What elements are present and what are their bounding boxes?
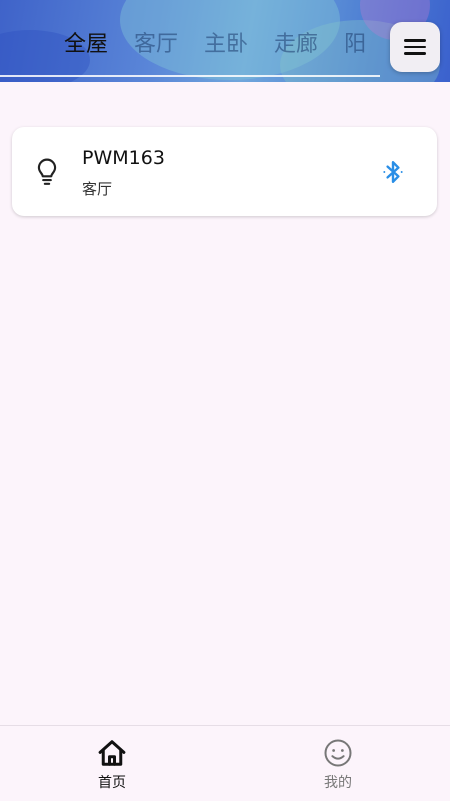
room-tabs: 全屋 客厅 主卧 走廊 阳 xyxy=(64,28,384,62)
top-header: 全屋 客厅 主卧 走廊 阳 xyxy=(0,0,450,82)
lightbulb-icon xyxy=(37,158,57,185)
hamburger-menu-icon xyxy=(404,39,426,55)
tab-master-bedroom[interactable]: 主卧 xyxy=(204,28,248,62)
home-icon xyxy=(98,740,126,766)
device-card[interactable]: PWM163 客厅 xyxy=(12,127,437,216)
menu-button[interactable] xyxy=(390,22,440,72)
nav-home[interactable]: 首页 xyxy=(72,738,152,792)
device-room: 客厅 xyxy=(82,180,113,198)
tab-balcony[interactable]: 阳 xyxy=(344,28,366,62)
nav-mine[interactable]: 我的 xyxy=(298,738,378,792)
tab-corridor[interactable]: 走廊 xyxy=(274,28,318,62)
nav-home-label: 首页 xyxy=(98,775,126,791)
bottom-navigation: 首页 我的 xyxy=(0,725,450,801)
device-name: PWM163 xyxy=(82,147,165,169)
bluetooth-icon[interactable] xyxy=(380,159,406,185)
tab-whole-house[interactable]: 全屋 xyxy=(64,28,108,62)
nav-mine-label: 我的 xyxy=(324,775,352,791)
smiley-icon xyxy=(324,739,352,767)
tab-living-room[interactable]: 客厅 xyxy=(134,28,178,62)
tab-indicator xyxy=(0,75,380,77)
